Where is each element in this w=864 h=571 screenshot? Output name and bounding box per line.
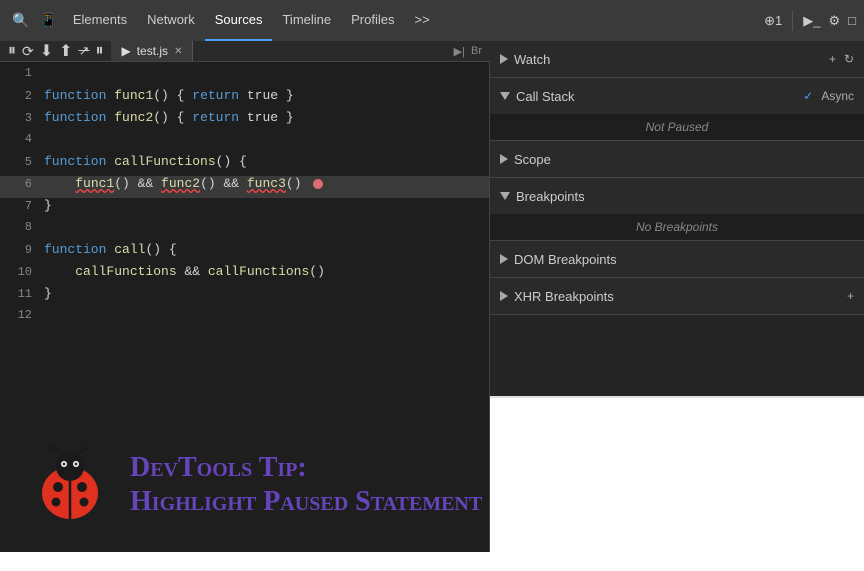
code-line-6: 6 func1() && func2() && func3() — [0, 176, 489, 198]
nav-bar: Elements Network Sources Timeline Profil… — [63, 0, 440, 41]
toolbar-right: ⊕1 ▶_ ⚙ □ — [764, 11, 856, 31]
tip-title: DevTools Tip: — [130, 451, 482, 485]
step-over-button[interactable]: ⬇ — [40, 41, 53, 61]
scope-section: Scope — [490, 141, 864, 178]
debug-controls: ⏸ ⟳ ⬇ ⬆ ↗ ⏸ — [0, 41, 111, 61]
xhr-breakpoints-header[interactable]: XHR Breakpoints + — [490, 278, 864, 314]
call-stack-label: Call Stack — [516, 89, 575, 104]
device-icon[interactable]: 📱 — [35, 10, 60, 31]
code-line-12: 12 — [0, 308, 489, 330]
watch-label: Watch — [514, 52, 550, 67]
file-name: test.js — [137, 44, 168, 58]
breakpoints-toggle-icon — [500, 192, 510, 200]
breakpoint-icon[interactable]: Br — [471, 45, 482, 57]
nav-elements[interactable]: Elements — [63, 0, 137, 41]
watch-refresh-icon[interactable]: ↻ — [844, 52, 854, 66]
window-icon[interactable]: □ — [848, 13, 856, 28]
nav-timeline[interactable]: Timeline — [272, 0, 341, 41]
tip-subtitle: Highlight Paused Statement — [130, 485, 482, 519]
nav-sources[interactable]: Sources — [205, 0, 273, 41]
breakpoints-header[interactable]: Breakpoints — [490, 178, 864, 214]
tabbar: ⏸ ⟳ ⬇ ⬆ ↗ ⏸ ▶ test.js ✕ ▶| Br — [0, 41, 490, 62]
reload-button[interactable]: ⟳ — [22, 43, 34, 60]
devtools-area: ⏸ ⟳ ⬇ ⬆ ↗ ⏸ ▶ test.js ✕ ▶| Br 1 — [0, 41, 864, 396]
nav-more[interactable]: >> — [404, 0, 439, 41]
code-line-10: 10 callFunctions && callFunctions() — [0, 264, 489, 286]
scope-label: Scope — [514, 152, 551, 167]
breakpoints-section: Breakpoints No Breakpoints — [490, 178, 864, 241]
left-panel: ⏸ ⟳ ⬇ ⬆ ↗ ⏸ ▶ test.js ✕ ▶| Br 1 — [0, 41, 490, 396]
code-line-1: 1 — [0, 66, 489, 88]
tip-text: DevTools Tip: Highlight Paused Statement — [130, 451, 482, 518]
xhr-breakpoints-label: XHR Breakpoints — [514, 289, 614, 304]
breakpoints-content: No Breakpoints — [490, 214, 864, 240]
code-line-8: 8 — [0, 220, 489, 242]
pretty-print-icon[interactable]: ▶| — [454, 45, 465, 58]
code-line-4: 4 — [0, 132, 489, 154]
code-line-2: 2 function func1() { return true } — [0, 88, 489, 110]
scope-toggle-icon — [500, 154, 508, 164]
settings-icon[interactable]: ⚙ — [828, 13, 840, 29]
code-line-3: 3 function func2() { return true } — [0, 110, 489, 132]
step-out-button[interactable]: ↗ — [79, 43, 90, 59]
ladybug-icon — [30, 445, 110, 525]
xhr-add-icon[interactable]: + — [847, 289, 854, 303]
nav-profiles[interactable]: Profiles — [341, 0, 404, 41]
code-line-7: 7 } — [0, 198, 489, 220]
code-line-11: 11 } — [0, 286, 489, 308]
call-stack-status: Not Paused — [646, 120, 709, 134]
xhr-breakpoints-section: XHR Breakpoints + — [490, 278, 864, 315]
dom-breakpoints-label: DOM Breakpoints — [514, 252, 617, 267]
console-count: ⊕1 — [764, 13, 782, 29]
dom-breakpoints-section: DOM Breakpoints — [490, 241, 864, 278]
scope-header[interactable]: Scope — [490, 141, 864, 177]
close-tab-button[interactable]: ✕ — [174, 46, 182, 57]
search-icon[interactable]: 🔍 — [8, 10, 33, 31]
dom-breakpoints-toggle-icon — [500, 254, 508, 264]
watch-toggle-icon — [500, 54, 508, 64]
async-check-icon: ✓ — [803, 89, 813, 103]
deactivate-button[interactable]: ⏸ — [95, 42, 103, 60]
file-tab-testjs[interactable]: ▶ test.js ✕ — [111, 41, 193, 61]
watch-section: Watch + ↻ — [490, 41, 864, 78]
console-icon[interactable]: ▶_ — [803, 13, 820, 29]
toolbar: 🔍 📱 Elements Network Sources Timeline Pr… — [0, 0, 864, 41]
code-line-5: 5 function callFunctions() { — [0, 154, 489, 176]
watch-add-icon[interactable]: + — [829, 52, 836, 66]
watch-header[interactable]: Watch + ↻ — [490, 41, 864, 77]
file-icon: ▶ — [121, 44, 130, 58]
xhr-breakpoints-toggle-icon — [500, 291, 508, 301]
call-stack-toggle-icon — [500, 92, 510, 100]
right-panel: Watch + ↻ Call Stack ✓ Async — [490, 41, 864, 396]
call-stack-content: Not Paused — [490, 114, 864, 140]
code-line-9: 9 function call() { — [0, 242, 489, 264]
breakpoints-label: Breakpoints — [516, 189, 585, 204]
pause-button[interactable]: ⏸ — [8, 42, 16, 60]
call-stack-section: Call Stack ✓ Async Not Paused — [490, 78, 864, 141]
step-into-button[interactable]: ⬆ — [59, 41, 72, 61]
nav-network[interactable]: Network — [137, 0, 205, 41]
call-stack-header[interactable]: Call Stack ✓ Async — [490, 78, 864, 114]
async-label: Async — [821, 89, 854, 103]
file-tab-icons: ▶| Br — [454, 45, 490, 58]
dom-breakpoints-header[interactable]: DOM Breakpoints — [490, 241, 864, 277]
breakpoints-status: No Breakpoints — [636, 220, 718, 234]
